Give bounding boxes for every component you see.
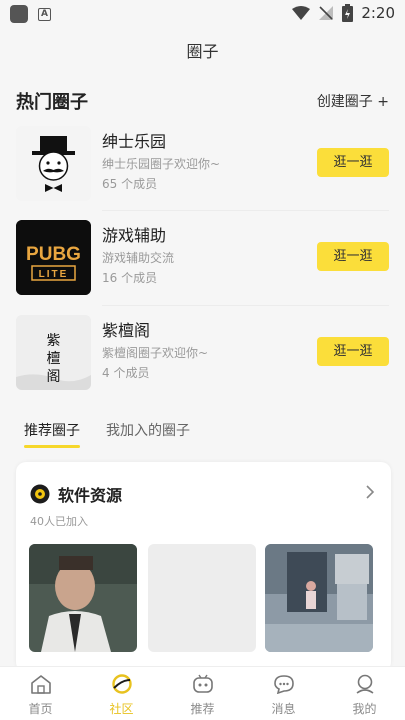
recommended-circle-card[interactable]: 软件资源 40人已加入 — [16, 462, 391, 672]
circle-row[interactable]: 紫 檀 阁 紫檀阁 紫檀阁圈子欢迎你~ 4 个成员 逛一逛 — [16, 311, 389, 397]
status-bar: A 2:20 — [0, 0, 405, 28]
record-disc-icon — [30, 484, 50, 504]
circle-name: 游戏辅助 — [102, 226, 167, 245]
circle-tabs: 推荐圈子 我加入的圈子 — [24, 420, 190, 448]
message-icon — [273, 675, 294, 695]
community-icon — [111, 674, 132, 694]
circle-members: 16 个成员 — [102, 271, 158, 285]
clock: 2:20 — [361, 4, 395, 22]
circle-avatar — [16, 126, 91, 201]
logo-text-top: PUBG — [26, 244, 81, 265]
circle-members: 4 个成员 — [102, 366, 150, 380]
divider — [102, 305, 389, 306]
circle-desc: 紫檀阁圈子欢迎你~ — [102, 346, 209, 360]
page-title: 圈子 — [186, 42, 219, 61]
circle-avatar: 紫 檀 阁 — [16, 315, 91, 390]
preview-image[interactable] — [29, 544, 137, 652]
nav-recommend[interactable]: 推荐 — [162, 667, 243, 720]
tab-joined[interactable]: 我加入的圈子 — [106, 420, 190, 448]
circle-desc: 绅士乐园圈子欢迎你~ — [102, 157, 221, 171]
svg-text:紫: 紫 — [47, 333, 61, 349]
recommended-circle-title: 软件资源 — [58, 486, 123, 505]
page-title-bar: 圈子 — [0, 28, 405, 76]
svg-text:阁: 阁 — [47, 369, 61, 385]
preview-image[interactable] — [148, 544, 256, 652]
nav-label: 首页 — [28, 702, 53, 716]
pubg-lite-logo: PUBG LITE — [16, 220, 91, 295]
nav-label: 推荐 — [190, 702, 215, 716]
gentleman-logo — [16, 126, 91, 201]
notification-icon — [10, 5, 28, 23]
create-circle-button[interactable]: 创建圈子 + — [317, 91, 389, 111]
zitange-logo: 紫 檀 阁 — [16, 315, 91, 390]
nav-label: 社区 — [109, 702, 134, 716]
home-icon — [30, 675, 51, 694]
svg-text:檀: 檀 — [47, 350, 61, 367]
tab-recommended[interactable]: 推荐圈子 — [24, 420, 80, 448]
nav-label: 我的 — [352, 702, 377, 716]
wifi-icon — [292, 5, 311, 20]
no-signal-icon — [319, 6, 334, 20]
profile-icon — [356, 674, 373, 694]
preview-image[interactable] — [265, 544, 373, 652]
bottom-navigation: 首页 社区 推荐 消息 我的 — [0, 666, 405, 720]
circle-row[interactable]: 绅士乐园 绅士乐园圈子欢迎你~ 65 个成员 逛一逛 — [16, 122, 389, 208]
nav-community[interactable]: 社区 — [81, 667, 162, 720]
circle-name: 紫檀阁 — [102, 321, 151, 340]
circle-desc: 游戏辅助交流 — [102, 251, 175, 265]
hot-circles-title: 热门圈子 — [16, 92, 88, 113]
enter-circle-button[interactable]: 逛一逛 — [317, 337, 389, 366]
nav-home[interactable]: 首页 — [0, 667, 81, 720]
divider — [102, 210, 389, 211]
battery-icon — [342, 4, 354, 22]
enter-circle-button[interactable]: 逛一逛 — [317, 242, 389, 271]
circle-members: 65 个成员 — [102, 177, 158, 191]
nav-profile[interactable]: 我的 — [324, 667, 405, 720]
keyboard-icon: A — [38, 7, 51, 21]
recommend-icon — [192, 674, 213, 693]
logo-text-bottom: LITE — [39, 269, 69, 280]
nav-messages[interactable]: 消息 — [243, 667, 324, 720]
circle-name: 绅士乐园 — [102, 132, 167, 151]
enter-circle-button[interactable]: 逛一逛 — [317, 148, 389, 177]
nav-label: 消息 — [271, 702, 296, 716]
recommended-member-count: 40人已加入 — [30, 515, 88, 528]
hot-circles-header: 热门圈子 创建圈子 + — [16, 86, 389, 116]
chevron-right-icon[interactable] — [365, 484, 375, 500]
circle-row[interactable]: PUBG LITE 游戏辅助 游戏辅助交流 16 个成员 逛一逛 — [16, 216, 389, 302]
circle-avatar: PUBG LITE — [16, 220, 91, 295]
